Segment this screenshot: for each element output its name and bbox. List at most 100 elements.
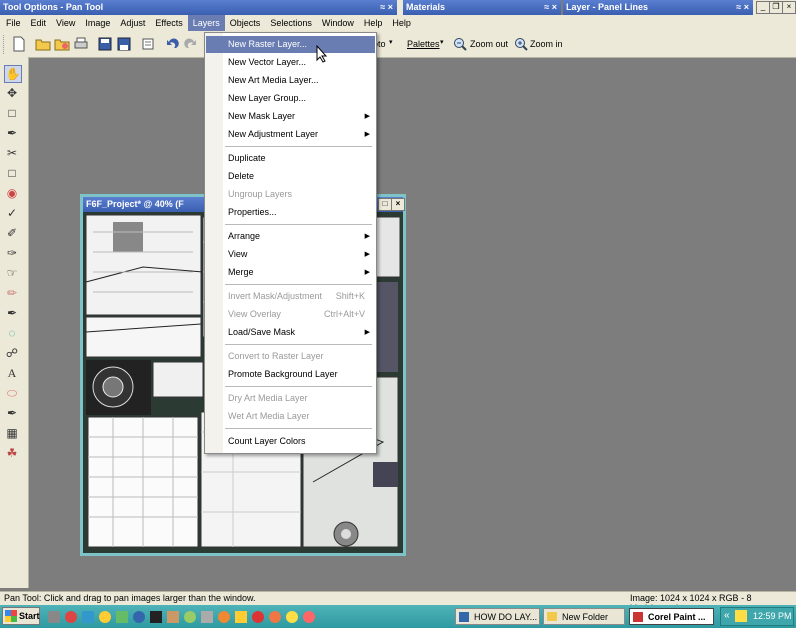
browse-icon[interactable] [54, 36, 70, 52]
quick-launch-icon[interactable] [65, 611, 77, 623]
art-media-icon[interactable]: ✒ [4, 305, 20, 321]
menu-window[interactable]: Window [317, 15, 359, 31]
menu-help-2[interactable]: Help [387, 15, 416, 31]
zoom-in-button[interactable]: Zoom in [530, 39, 563, 49]
task-how-do-lay[interactable]: HOW DO LAY... [455, 608, 540, 625]
zoom-out-icon[interactable] [453, 37, 467, 51]
open-icon[interactable] [35, 36, 51, 52]
copy-icon[interactable] [140, 36, 156, 52]
restore-icon[interactable]: ❐ [769, 1, 783, 14]
menu-item-new-layer-group[interactable]: New Layer Group... [206, 90, 375, 107]
deform-tool-icon[interactable]: □ [4, 165, 20, 181]
task-corel-paint[interactable]: Corel Paint ... [629, 608, 714, 625]
paint-brush-icon[interactable]: ✏ [4, 285, 20, 301]
chevron-down-icon[interactable]: ▾ [389, 38, 393, 46]
clock: 12:59 PM [753, 611, 792, 621]
minimize-icon[interactable]: _ [756, 1, 770, 14]
red-eye-tool-icon[interactable]: ◉ [4, 185, 20, 201]
quick-launch-icon[interactable] [218, 611, 230, 623]
submenu-arrow-icon: ▶ [364, 233, 370, 240]
materials-controls[interactable]: ≈ × [544, 0, 557, 15]
submenu-arrow-icon: ▶ [364, 329, 370, 336]
menu-separator [225, 224, 372, 225]
quick-launch-icon[interactable] [48, 611, 60, 623]
menu-item-new-art-media-layer[interactable]: New Art Media Layer... [206, 72, 375, 89]
makeover-tool-icon[interactable]: ✓ [4, 205, 20, 221]
redo-icon[interactable] [183, 36, 199, 52]
tool-options-controls[interactable]: ≈ × [380, 0, 393, 15]
menu-item-promote-background[interactable]: Promote Background Layer [206, 366, 375, 383]
selection-tool-icon[interactable]: □ [4, 105, 20, 121]
menu-help[interactable]: Help [359, 15, 388, 31]
zoom-in-icon[interactable] [514, 37, 528, 51]
menu-view[interactable]: View [51, 15, 80, 31]
quick-launch-icon[interactable] [116, 611, 128, 623]
dropper-tool-icon[interactable]: ✒ [4, 125, 20, 141]
menu-item-new-vector-layer[interactable]: New Vector Layer... [206, 54, 375, 71]
menu-item-load-save-mask[interactable]: Load/Save Mask ▶ [206, 324, 375, 341]
quick-launch-icon[interactable] [167, 611, 179, 623]
picture-tube-icon[interactable]: ☘ [4, 445, 20, 461]
quick-launch-icon[interactable] [150, 611, 162, 623]
save-icon[interactable] [97, 36, 113, 52]
undo-icon[interactable] [164, 36, 180, 52]
warp-tool-icon[interactable]: ▦ [4, 425, 20, 441]
menu-image[interactable]: Image [80, 15, 115, 31]
quick-launch-icon[interactable] [252, 611, 264, 623]
quick-launch-icon[interactable] [201, 611, 213, 623]
menu-objects[interactable]: Objects [225, 15, 266, 31]
menu-item-new-raster-layer[interactable]: New Raster Layer... [206, 36, 375, 53]
menu-item-properties[interactable]: Properties... [206, 204, 375, 221]
pan-tool-icon[interactable]: ✋ [4, 65, 22, 83]
menu-item-invert-mask: Invert Mask/Adjustment Shift+K [206, 288, 375, 305]
menu-item-delete[interactable]: Delete [206, 168, 375, 185]
chevron-down-icon[interactable]: ▾ [440, 38, 444, 46]
toolbar-grip[interactable] [3, 35, 6, 54]
menu-selections[interactable]: Selections [265, 15, 317, 31]
task-new-folder[interactable]: New Folder [543, 608, 625, 625]
close-icon[interactable]: × [391, 198, 405, 211]
print-icon[interactable] [73, 36, 89, 52]
pan-hand-tray-icon[interactable] [735, 610, 747, 622]
save-as-icon[interactable] [116, 36, 132, 52]
menu-adjust[interactable]: Adjust [115, 15, 150, 31]
layer-panel-controls[interactable]: ≈ × [736, 0, 749, 15]
menu-file[interactable]: File [0, 15, 26, 31]
crop-tool-icon[interactable]: ✂ [4, 145, 20, 161]
start-button[interactable]: Start [2, 607, 40, 625]
quick-launch-icon[interactable] [99, 611, 111, 623]
menu-item-count-layer-colors[interactable]: Count Layer Colors [206, 433, 375, 450]
pen-tool-icon[interactable]: ✒ [4, 405, 20, 421]
menu-item-merge[interactable]: Merge ▶ [206, 264, 375, 281]
quick-launch-icon[interactable] [133, 611, 145, 623]
dodge-tool-icon[interactable]: ☞ [4, 265, 20, 281]
zoom-out-button[interactable]: Zoom out [470, 39, 508, 49]
preset-shape-icon[interactable]: ⬭ [4, 385, 20, 401]
quick-launch-icon[interactable] [269, 611, 281, 623]
menu-item-view[interactable]: View ▶ [206, 246, 375, 263]
quick-launch-icon[interactable] [184, 611, 196, 623]
close-icon[interactable]: × [782, 1, 796, 14]
menu-layers[interactable]: Layers [187, 15, 225, 31]
tray-expand-icon[interactable]: « [724, 610, 730, 621]
quick-launch-icon[interactable] [286, 611, 298, 623]
eraser-tool-icon[interactable]: ◌ [4, 325, 20, 341]
clone-tool-icon[interactable]: ✐ [4, 225, 20, 241]
text-tool-icon[interactable]: A [4, 365, 20, 381]
flood-fill-icon[interactable]: ☍ [4, 345, 20, 361]
menu-item-arrange[interactable]: Arrange ▶ [206, 228, 375, 245]
palettes-button[interactable]: Palettes [407, 39, 440, 49]
scratch-remover-icon[interactable]: ✑ [4, 245, 20, 261]
maximize-icon[interactable]: □ [378, 198, 392, 211]
menu-item-new-mask-layer[interactable]: New Mask Layer ▶ [206, 108, 375, 125]
quick-launch-icon[interactable] [303, 611, 315, 623]
quick-launch-icon[interactable] [235, 611, 247, 623]
new-icon[interactable] [11, 36, 27, 52]
menu-edit[interactable]: Edit [26, 15, 52, 31]
move-tool-icon[interactable]: ✥ [4, 85, 20, 101]
quick-launch-icon[interactable] [82, 611, 94, 623]
menu-effects[interactable]: Effects [150, 15, 187, 31]
menu-item-duplicate[interactable]: Duplicate [206, 150, 375, 167]
menu-item-new-adjustment-layer[interactable]: New Adjustment Layer ▶ [206, 126, 375, 143]
layers-menu: New Raster Layer... New Vector Layer... … [204, 32, 377, 454]
